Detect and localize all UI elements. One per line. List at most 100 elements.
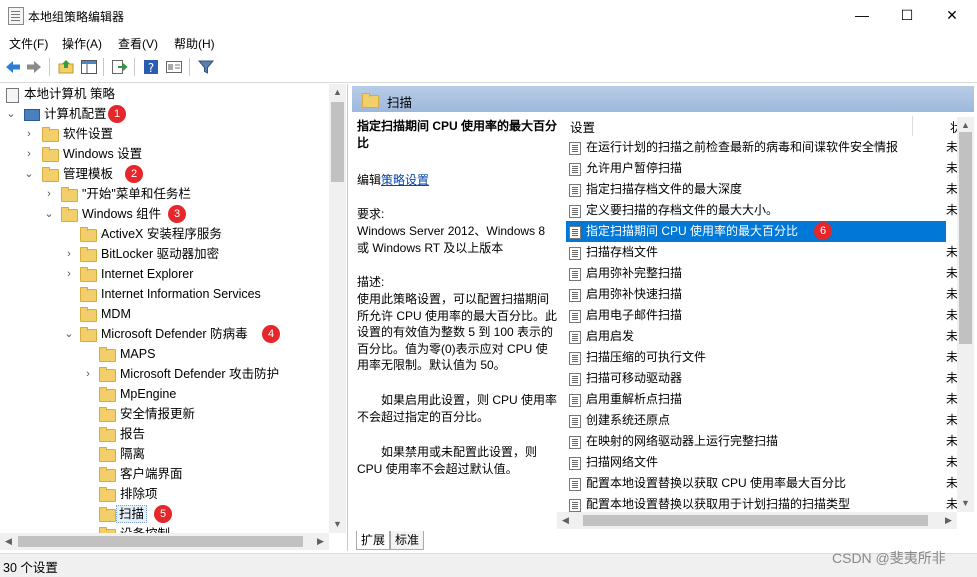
setting-row[interactable]: 启用弥补快速扫描未 — [566, 284, 958, 305]
window-title: 本地组策略编辑器 — [28, 10, 125, 24]
up-folder-icon[interactable] — [57, 58, 75, 76]
folder-icon — [99, 427, 116, 442]
chevron-right-icon[interactable]: › — [24, 124, 34, 144]
policy-document-icon — [6, 88, 19, 103]
policy-settings-link[interactable]: 策略设置 — [381, 173, 429, 187]
tree-item-label: 管理模板 — [63, 167, 114, 181]
scroll-right-icon[interactable]: ▶ — [312, 533, 329, 550]
folder-icon — [99, 467, 116, 482]
setting-row[interactable]: 启用弥补完整扫描未 — [566, 263, 958, 284]
menu-help[interactable]: 帮助(H) — [174, 35, 215, 52]
back-arrow-icon[interactable] — [4, 58, 22, 76]
chevron-down-icon[interactable]: ⌄ — [6, 104, 16, 124]
minimize-button[interactable]: — — [839, 0, 885, 30]
setting-row[interactable]: 指定扫描存档文件的最大深度未 — [566, 179, 958, 200]
export-list-icon[interactable] — [110, 58, 128, 76]
tree-item-label: Microsoft Defender 攻击防护 — [120, 367, 280, 381]
tree-item-label: Internet Information Services — [101, 287, 261, 301]
requirements-text: Windows Server 2012、Windows 8 或 Windows … — [357, 224, 546, 255]
chevron-right-icon[interactable]: › — [64, 244, 74, 264]
chevron-right-icon[interactable]: › — [64, 264, 74, 284]
tree-item-label: MAPS — [120, 347, 156, 361]
setting-row[interactable]: 定义要扫描的存档文件的最大大小。未 — [566, 200, 958, 221]
step-badge: 5 — [154, 505, 172, 523]
setting-row[interactable]: 指定扫描期间 CPU 使用率的最大百分比 6 未 — [566, 221, 958, 242]
category-title: 扫描 — [387, 96, 413, 110]
setting-label: 在运行计划的扫描之前检查最新的病毒和间谍软件安全情报 — [586, 140, 899, 154]
setting-row[interactable]: 启用重解析点扫描未 — [566, 389, 958, 410]
setting-row[interactable]: 扫描网络文件未 — [566, 452, 958, 473]
setting-row[interactable]: 创建系统还原点未 — [566, 410, 958, 431]
setting-row[interactable]: 扫描存档文件未 — [566, 242, 958, 263]
menu-file[interactable]: 文件(F) — [9, 35, 48, 52]
setting-row[interactable]: 在运行计划的扫描之前检查最新的病毒和间谍软件安全情报未 — [566, 137, 958, 158]
scroll-up-icon[interactable]: ▲ — [329, 84, 346, 101]
properties-icon[interactable] — [165, 58, 183, 76]
tree-item-label: Internet Explorer — [101, 267, 194, 281]
tree-item-label: ActiveX 安装程序服务 — [101, 227, 222, 241]
folder-icon — [99, 507, 116, 522]
folder-icon — [42, 147, 59, 162]
setting-row[interactable]: 扫描可移动驱动器未 — [566, 368, 958, 389]
policy-setting-icon — [569, 226, 581, 239]
folder-icon — [99, 347, 116, 362]
folder-icon — [80, 307, 97, 322]
scroll-down-icon[interactable]: ▼ — [329, 516, 346, 533]
folder-icon — [99, 407, 116, 422]
setting-row[interactable]: 启用电子邮件扫描未 — [566, 305, 958, 326]
menu-view[interactable]: 查看(V) — [118, 35, 158, 52]
setting-row[interactable]: 允许用户暂停扫描未 — [566, 158, 958, 179]
help-icon[interactable]: ? — [142, 58, 160, 76]
maximize-button[interactable]: ☐ — [884, 0, 930, 30]
policy-setting-icon — [569, 268, 581, 281]
list-scroll-thumb[interactable] — [959, 132, 972, 344]
tree-item-label: 排除项 — [120, 487, 158, 501]
tree-hscroll-thumb[interactable] — [18, 536, 303, 547]
setting-row[interactable]: 扫描压缩的可执行文件未 — [566, 347, 958, 368]
chevron-right-icon[interactable]: › — [44, 184, 54, 204]
tree-scroll-thumb[interactable] — [331, 102, 344, 182]
tree-item-label: Windows 设置 — [63, 147, 143, 161]
setting-row[interactable]: 启用启发未 — [566, 326, 958, 347]
tree-item-label: Windows 组件 — [82, 207, 162, 221]
scroll-down-icon[interactable]: ▼ — [957, 495, 974, 512]
chevron-down-icon[interactable]: ⌄ — [64, 324, 74, 344]
scroll-right-icon[interactable]: ▶ — [940, 512, 957, 529]
chevron-right-icon[interactable]: › — [83, 364, 93, 384]
setting-label: 在映射的网络驱动器上运行完整扫描 — [586, 434, 779, 448]
forward-arrow-icon[interactable] — [25, 58, 43, 76]
tree-item-label: 计算机配置 — [44, 107, 107, 121]
tree-item-label: 扫描 — [116, 505, 148, 523]
setting-row[interactable]: 配置本地设置替换以获取 CPU 使用率最大百分比未 — [566, 473, 958, 494]
step-badge: 1 — [108, 105, 126, 123]
policy-setting-icon — [569, 331, 581, 344]
toolbar-separator — [134, 58, 135, 76]
show-hide-tree-icon[interactable] — [80, 58, 98, 76]
tree-root-label: 本地计算机 策略 — [24, 87, 115, 101]
close-button[interactable]: ✕ — [929, 0, 975, 30]
tab-standard[interactable]: 标准 — [390, 531, 425, 550]
list-hscroll-thumb[interactable] — [583, 515, 928, 526]
folder-icon — [80, 327, 97, 342]
tree-item-label: "开始"菜单和任务栏 — [82, 187, 191, 201]
policy-setting-icon — [569, 289, 581, 302]
filter-icon[interactable] — [197, 58, 215, 76]
scroll-left-icon[interactable]: ◀ — [557, 512, 574, 529]
chevron-down-icon[interactable]: ⌄ — [44, 204, 54, 224]
setting-row[interactable]: 在映射的网络驱动器上运行完整扫描未 — [566, 431, 958, 452]
folder-icon — [99, 487, 116, 502]
chevron-right-icon[interactable]: › — [24, 144, 34, 164]
watermark: CSDN @斐夷所非 — [832, 550, 946, 566]
menu-action[interactable]: 操作(A) — [62, 35, 102, 52]
status-bar — [0, 553, 977, 577]
tree-item-label: 报告 — [120, 427, 146, 441]
folder-icon — [42, 127, 59, 142]
scroll-left-icon[interactable]: ◀ — [0, 533, 17, 550]
chevron-down-icon[interactable]: ⌄ — [24, 164, 34, 184]
column-header-setting[interactable]: 设置 — [570, 117, 595, 136]
tab-extended[interactable]: 扩展 — [356, 531, 391, 550]
tree-item-label: 软件设置 — [63, 127, 114, 141]
setting-label: 配置本地设置替换以获取 CPU 使用率最大百分比 — [586, 476, 847, 490]
policy-editor-icon — [8, 7, 24, 25]
setting-label: 扫描存档文件 — [586, 245, 659, 259]
